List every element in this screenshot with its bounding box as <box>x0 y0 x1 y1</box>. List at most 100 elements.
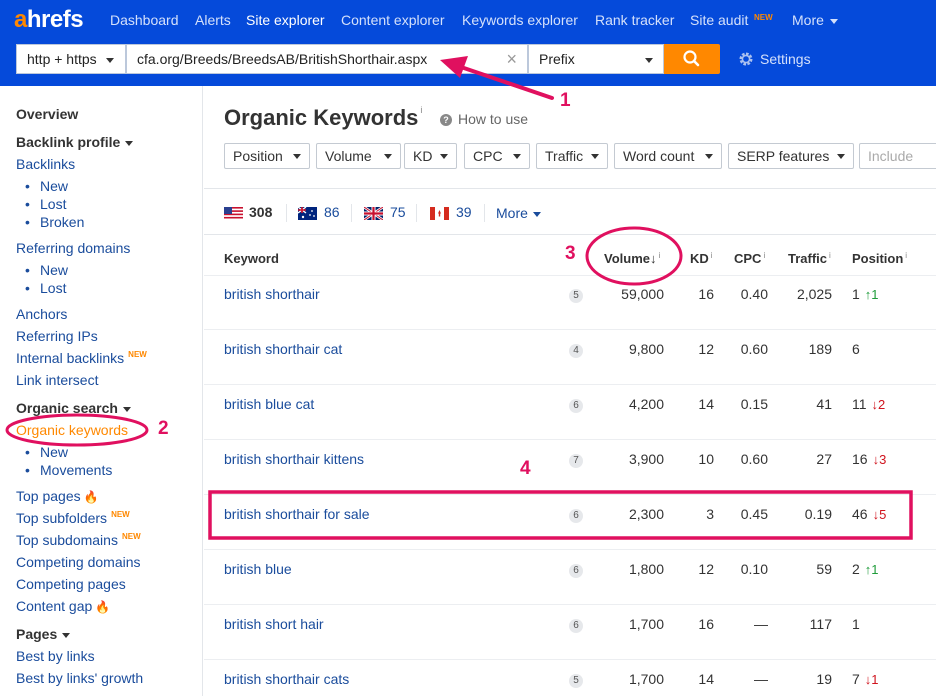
gb-flag-icon[interactable] <box>364 207 383 220</box>
column-header-kd[interactable]: KD i <box>690 251 713 266</box>
settings-label: Settings <box>760 51 811 67</box>
protocol-select[interactable]: http + https <box>16 44 126 74</box>
nav-alerts[interactable]: Alerts <box>195 12 231 28</box>
filter-position[interactable]: Position <box>224 143 310 169</box>
serp-features-badge[interactable]: 4 <box>569 344 583 358</box>
serp-features-badge[interactable]: 5 <box>569 674 583 688</box>
filter-label: CPC <box>473 148 503 164</box>
keyword-link[interactable]: british blue cat <box>224 396 314 412</box>
sidebar-backlink-profile[interactable]: Backlink profile <box>16 134 134 150</box>
sidebar-best-by-links[interactable]: Best by links <box>16 648 95 664</box>
nav-site-explorer[interactable]: Site explorer <box>246 12 325 28</box>
sidebar-organic-search[interactable]: Organic search <box>16 400 131 416</box>
column-header-cpc[interactable]: CPC i <box>734 251 765 266</box>
chevron-down-icon <box>106 58 114 63</box>
column-header-keyword[interactable]: Keyword <box>224 251 279 266</box>
keyword-link[interactable]: british shorthair kittens <box>224 451 364 467</box>
nav-dashboard[interactable]: Dashboard <box>110 12 179 28</box>
include-input[interactable]: Include <box>859 143 936 169</box>
sidebar-referring-domains-lost[interactable]: Lost <box>25 280 67 296</box>
how-to-use-link[interactable]: ? How to use <box>440 111 528 127</box>
position-change-down: ↓1 <box>864 672 879 687</box>
annotation-number-3: 3 <box>565 243 576 264</box>
sidebar-referring-ips[interactable]: Referring IPs <box>16 328 98 344</box>
sidebar-pages[interactable]: Pages <box>16 626 71 642</box>
serp-features-badge[interactable]: 7 <box>569 454 583 468</box>
sidebar-best-by-links-growth[interactable]: Best by links' growth <box>16 670 143 686</box>
filter-traffic[interactable]: Traffic <box>536 143 608 169</box>
info-icon[interactable]: i <box>659 251 661 260</box>
filter-cpc[interactable]: CPC <box>464 143 530 169</box>
keyword-link[interactable]: british shorthair cat <box>224 341 342 357</box>
mode-select[interactable]: Prefix <box>528 44 664 74</box>
sidebar-backlinks-lost[interactable]: Lost <box>25 196 67 212</box>
sidebar-organic-keywords-new[interactable]: New <box>25 444 68 460</box>
serp-features-badge[interactable]: 6 <box>569 619 583 633</box>
country-ca-count[interactable]: 39 <box>456 204 472 220</box>
keyword-link[interactable]: british shorthair cats <box>224 671 349 687</box>
position-value: 7 <box>852 671 860 687</box>
serp-features-badge[interactable]: 5 <box>569 289 583 303</box>
annotation-number-1: 1 <box>560 90 571 111</box>
keyword-link[interactable]: british short hair <box>224 616 324 632</box>
au-flag-icon[interactable] <box>298 207 317 220</box>
info-icon[interactable]: i <box>711 251 713 260</box>
sidebar-backlinks[interactable]: Backlinks <box>16 156 75 172</box>
protocol-value: http + https <box>27 51 97 67</box>
column-header-volume[interactable]: Volume↓ i <box>604 251 660 266</box>
sidebar-organic-keywords[interactable]: Organic keywords <box>16 422 128 438</box>
keyword-link[interactable]: british shorthair <box>224 286 320 302</box>
nav-more[interactable]: More <box>792 12 838 28</box>
more-countries-button[interactable]: More <box>496 205 541 221</box>
sidebar-top-subfolders[interactable]: Top subfolders NEW <box>16 510 130 526</box>
nav-rank-tracker[interactable]: Rank tracker <box>595 12 674 28</box>
country-au-count[interactable]: 86 <box>324 204 340 220</box>
sidebar-referring-domains[interactable]: Referring domains <box>16 240 130 256</box>
clear-icon[interactable]: × <box>506 45 517 73</box>
filter-kd[interactable]: KD <box>404 143 457 169</box>
info-icon[interactable]: i <box>763 251 765 260</box>
search-button[interactable] <box>664 44 720 74</box>
sidebar-organic-keywords-movements[interactable]: Movements <box>25 462 112 478</box>
nav-site-audit[interactable]: Site audit <box>690 12 748 28</box>
keyword-link[interactable]: british shorthair for sale <box>224 506 370 522</box>
info-icon[interactable]: i <box>829 251 831 260</box>
sidebar-referring-domains-new[interactable]: New <box>25 262 68 278</box>
sidebar-link-intersect[interactable]: Link intersect <box>16 372 98 388</box>
cpc-header-label: CPC <box>734 251 762 266</box>
serp-features-badge[interactable]: 6 <box>569 509 583 523</box>
serp-features-badge[interactable]: 6 <box>569 564 583 578</box>
serp-features-badge[interactable]: 6 <box>569 399 583 413</box>
column-header-position[interactable]: Position i <box>852 251 907 266</box>
info-icon[interactable]: i <box>905 251 907 260</box>
info-icon[interactable]: i <box>420 105 422 115</box>
top-subfolders-label: Top subfolders <box>16 510 108 526</box>
filter-serp-features[interactable]: SERP features <box>728 143 854 169</box>
sidebar-top-pages[interactable]: Top pages 🔥 <box>16 488 99 504</box>
sidebar-top-subdomains[interactable]: Top subdomains NEW <box>16 532 141 548</box>
traffic-cell: 27 <box>816 451 832 467</box>
country-gb-count[interactable]: 75 <box>390 204 406 220</box>
position-cell: 46 ↓5 <box>852 506 886 522</box>
column-header-traffic[interactable]: Traffic i <box>788 251 831 266</box>
nav-keywords-explorer[interactable]: Keywords explorer <box>462 12 578 28</box>
country-us-count[interactable]: 308 <box>249 204 272 220</box>
keyword-link[interactable]: british blue <box>224 561 292 577</box>
sidebar-backlinks-broken[interactable]: Broken <box>25 214 84 230</box>
sidebar-overview[interactable]: Overview <box>16 106 78 122</box>
sidebar-competing-domains[interactable]: Competing domains <box>16 554 141 570</box>
ca-flag-icon[interactable] <box>430 207 449 220</box>
divider <box>204 234 936 235</box>
target-url-input[interactable]: cfa.org/Breeds/BreedsAB/BritishShorthair… <box>126 44 528 74</box>
sidebar-internal-backlinks[interactable]: Internal backlinks NEW <box>16 350 147 366</box>
us-flag-icon[interactable] <box>224 207 243 220</box>
sidebar-competing-pages[interactable]: Competing pages <box>16 576 126 592</box>
sidebar-anchors[interactable]: Anchors <box>16 306 67 322</box>
filter-word-count[interactable]: Word count <box>614 143 722 169</box>
sidebar-content-gap[interactable]: Content gap 🔥 <box>16 598 110 614</box>
settings-button[interactable]: Settings <box>738 51 811 67</box>
nav-content-explorer[interactable]: Content explorer <box>341 12 445 28</box>
filter-volume[interactable]: Volume <box>316 143 401 169</box>
ahrefs-logo[interactable]: ahrefs <box>14 6 84 34</box>
sidebar-backlinks-new[interactable]: New <box>25 178 68 194</box>
